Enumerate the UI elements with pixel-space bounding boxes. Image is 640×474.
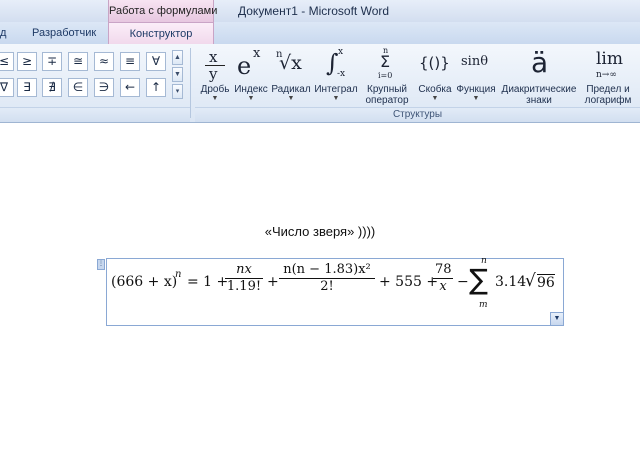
radical-label: Радикал [271,84,311,95]
fraction-3: 78 x [433,262,453,295]
symbol-button[interactable]: ∄ [42,78,62,97]
document-text[interactable]: «Число зверя» )))) [0,224,640,239]
tab-constructor[interactable]: Конструктор [108,22,214,44]
fraction-2: n(n − 1.83)x² 2! [279,262,375,295]
limit-log-button[interactable]: lim n→∞ Предел и логарифм [580,46,636,106]
window-title: Документ1 - Microsoft Word [238,4,390,18]
chevron-down-icon: ▼ [332,95,340,102]
function-icon: sinθ [461,54,489,69]
eq-tail-coefficient: 3.14 [495,274,527,290]
eq-equals-one-plus: = 1 + [187,274,229,290]
symbol-button[interactable]: ≡ [120,52,140,71]
fraction-1: nx 1.19! [225,262,263,295]
title-bar: Работа с формулами Документ1 - Microsoft… [0,0,640,23]
chevron-down-icon: ▼ [287,95,295,102]
symbol-button[interactable]: ≅ [68,52,88,71]
script-icon: e x [237,46,261,80]
limit-log-label: Предел и [586,84,630,95]
script-button[interactable]: e x Индекс ▼ [233,46,269,103]
large-operator-label-2: оператор [365,95,409,106]
eq-lhs-exponent: n [175,269,182,280]
bracket-button[interactable]: {()} Скобка ▼ [415,46,455,103]
integral-button[interactable]: ∫ x -x Интеграл ▼ [313,46,359,103]
function-label: Функция [456,84,496,95]
fraction-3-numerator: 78 [433,262,453,279]
limit-icon: lim n→∞ [596,49,623,80]
function-button[interactable]: sinθ Функция ▼ [455,46,497,103]
chevron-down-icon: ▼ [472,95,480,102]
symbol-button[interactable]: ∓ [42,52,62,71]
fraction-1-denominator: 1.19! [226,279,262,294]
symbol-button[interactable]: ≈ [94,52,114,71]
symbol-button[interactable]: ≤ [0,52,14,71]
symbol-button[interactable]: ∇ [0,78,14,97]
script-label: Индекс [234,84,268,95]
gallery-scroll-up[interactable]: ▲ [172,50,183,65]
eq-plus-1: + [267,274,279,290]
accent-button[interactable]: ä Диакритические знаки [499,46,579,106]
symbol-button[interactable]: ∀ [146,52,166,71]
symbol-button[interactable]: ↑ [146,78,166,97]
fraction-button[interactable]: x y Дробь ▼ [195,46,235,103]
accent-label-2: знаки [526,95,552,106]
ribbon-tab-row: д Разработчик Конструктор [0,22,640,44]
chevron-down-icon: ▼ [247,95,255,102]
chevron-down-icon: ▼ [431,95,439,102]
fraction-2-numerator: n(n − 1.83)x² [279,262,375,279]
fraction-1-numerator: nx [225,262,263,279]
gallery-expand[interactable]: ▾ [172,84,183,99]
fraction-2-denominator: 2! [320,279,334,294]
gallery-scroll-down[interactable]: ▼ [172,67,183,82]
equation-move-handle[interactable]: ⋮ [97,259,105,270]
radical-button[interactable]: n √x Радикал ▼ [271,46,311,103]
sqrt-sign: √ [525,271,536,291]
fraction-icon: x y [195,46,235,84]
eq-minus: − [457,274,469,290]
equation-box[interactable]: (666 + x) n = 1 + nx 1.19! + n(n − 1.83)… [106,256,564,326]
symbol-button[interactable]: ≥ [17,52,37,71]
symbol-button[interactable]: ∋ [94,78,114,97]
large-operator-button[interactable]: n Σ i=0 Крупный оператор [361,46,413,106]
integral-icon: ∫ x -x [326,47,346,79]
limit-log-label-2: логарифм [584,95,632,106]
integral-label: Интеграл [314,84,358,95]
group-separator [190,48,191,118]
symbol-button[interactable]: ∈ [68,78,88,97]
tab-partial[interactable]: д [0,22,14,44]
structures-group-label: Структуры [195,107,640,122]
symbol-button[interactable]: ← [120,78,140,97]
symbols-group-footer [0,107,190,122]
large-operator-icon: n Σ i=0 [378,46,393,80]
equation-tools-context-label: Работа с формулами [108,0,217,22]
sum-sign: ∑ [469,263,488,296]
accent-label: Диакритические [501,84,577,95]
accent-icon: ä [531,46,549,79]
chevron-down-icon: ▼ [211,95,219,102]
tab-developer[interactable]: Разработчик [32,22,96,44]
eq-lhs: (666 + x) [111,274,178,290]
large-operator-label: Крупный [367,84,407,95]
equation-options-dropdown[interactable]: ▼ [550,312,563,325]
fraction-label: Дробь [200,84,230,95]
eq-plus-555-plus: + 555 + [379,274,439,290]
bracket-label: Скобка [418,84,452,95]
radical-icon: n √x [276,49,302,74]
symbol-button[interactable]: ∃ [17,78,37,97]
sum-lower-limit: m [479,300,488,310]
fraction-3-denominator: x [439,279,447,294]
sqrt-body: 96 [537,274,555,291]
bracket-icon: {()} [419,54,450,72]
